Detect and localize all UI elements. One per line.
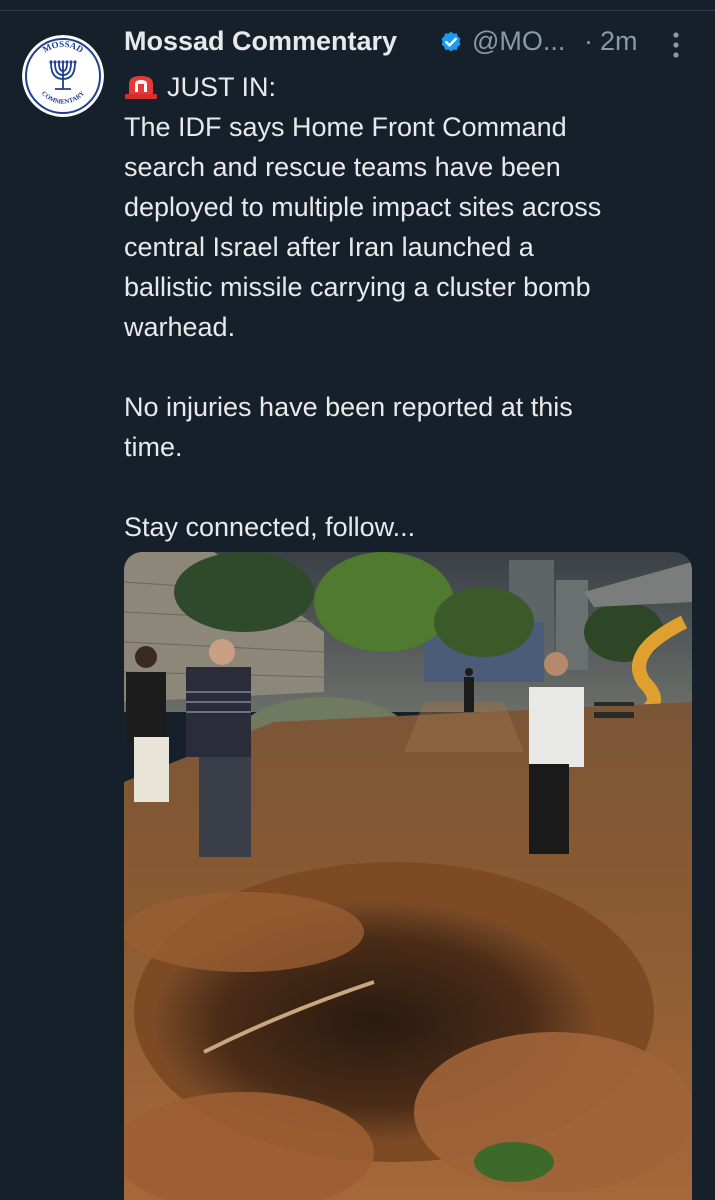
tweet-line-4: deployed to multiple impact sites across [124, 192, 602, 222]
top-divider [0, 10, 715, 11]
header-separator: · [584, 26, 593, 56]
tweet-line-7: warhead. [124, 312, 236, 342]
menorah-seal-icon: MOSSAD COMMENTARY [22, 35, 104, 117]
tweet-screen: MOSSAD COMMENTARY Mossad Commentary @MO.… [0, 0, 715, 1200]
author-display-name[interactable]: Mossad Commentary [124, 26, 397, 57]
tweet-line-5: central Israel after Iran launched a [124, 232, 534, 262]
more-vertical-icon[interactable] [664, 30, 688, 60]
verified-badge-icon [441, 31, 461, 52]
author-handle[interactable]: @MO... [472, 26, 565, 57]
tweet-photo[interactable] [124, 552, 692, 1200]
post-timestamp[interactable]: 2m [600, 26, 638, 57]
author-avatar[interactable]: MOSSAD COMMENTARY [22, 35, 104, 117]
tweet-line-3: search and rescue teams have been [124, 152, 561, 182]
tweet-line-9: time. [124, 432, 183, 462]
tweet-line-8: No injuries have been reported at this [124, 392, 573, 422]
tweet-header: Mossad Commentary @MO... · 2m [124, 24, 699, 64]
photo-impact-crater [124, 552, 692, 1200]
tweet-line-1: JUST IN: [167, 72, 277, 102]
siren-emoji-icon [125, 76, 157, 99]
tweet-line-6: ballistic missile carrying a cluster bom… [124, 272, 591, 302]
tweet-line-2: The IDF says Home Front Command [124, 112, 567, 142]
tweet-show-more-line[interactable]: Stay connected, follow... [124, 507, 415, 547]
